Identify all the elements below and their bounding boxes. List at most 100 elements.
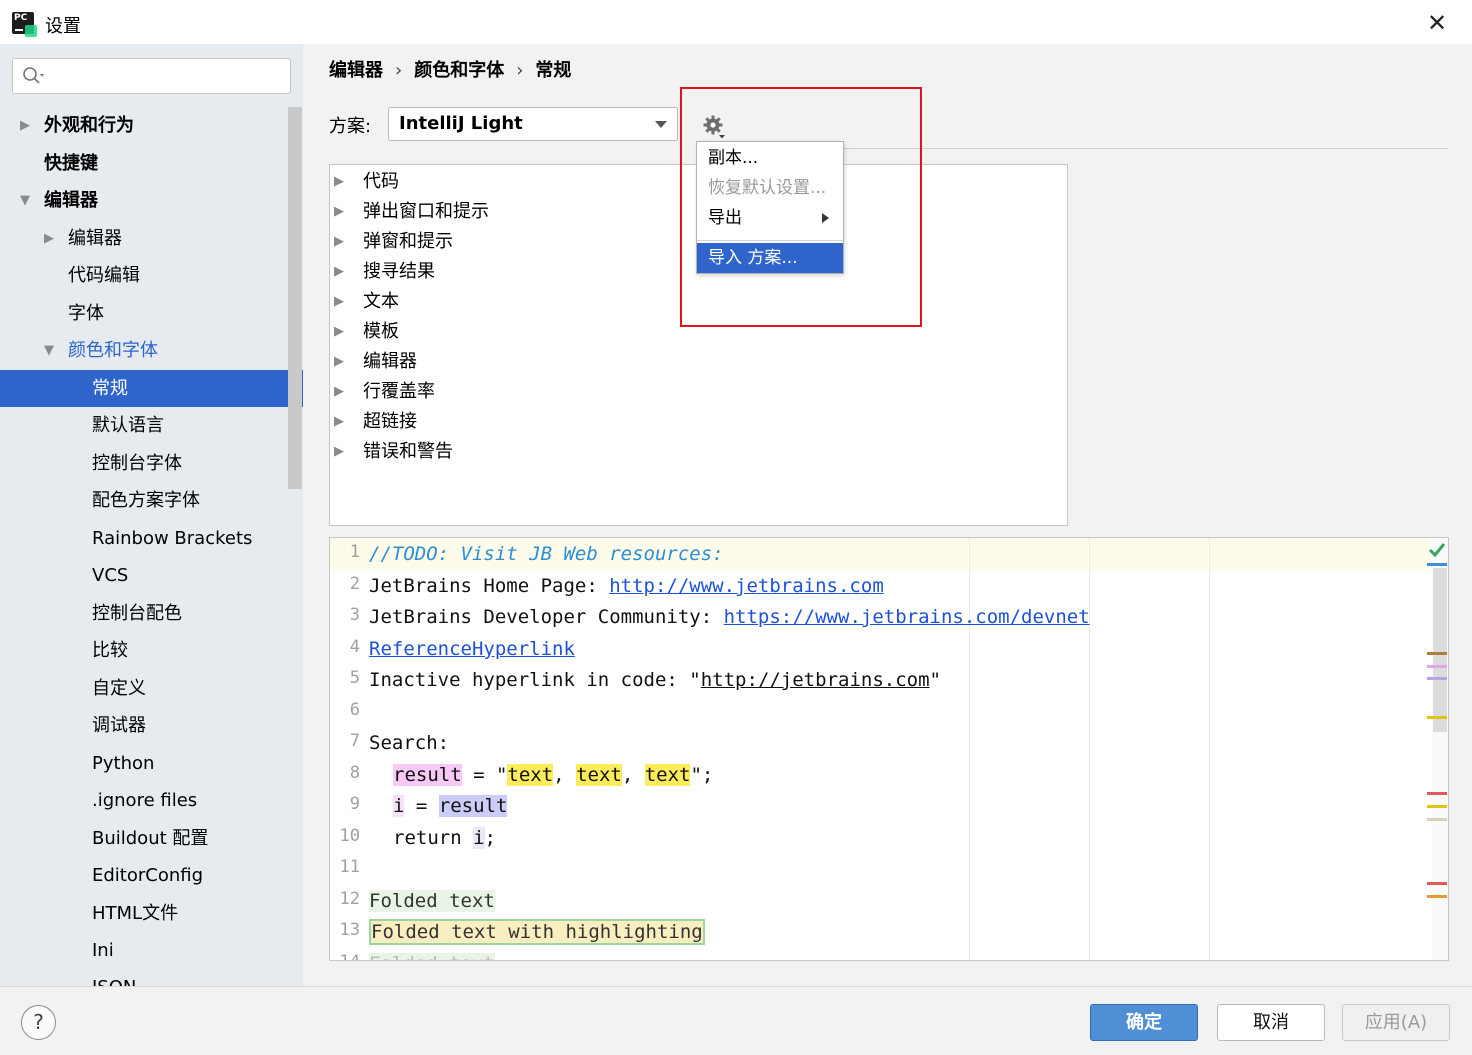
editor-scrollbar[interactable] <box>1433 568 1447 732</box>
error-stripe-mark[interactable] <box>1427 716 1447 719</box>
line-number: 6 <box>349 700 360 720</box>
sidebar-item-html[interactable]: HTML文件 <box>0 895 303 932</box>
code-line: Folded text <box>369 887 495 915</box>
error-stripe-mark[interactable] <box>1427 652 1447 655</box>
indent-guide <box>1209 538 1210 960</box>
sidebar-item-python[interactable]: Python <box>0 745 303 782</box>
expand-arrow-icon[interactable]: ▶ <box>334 167 344 197</box>
menu-item-import-scheme[interactable]: 导入 方案... <box>697 243 843 273</box>
ok-button[interactable]: 确定 <box>1090 1004 1198 1041</box>
folded-text[interactable]: Folded text <box>369 890 495 912</box>
sidebar-item-code-editing[interactable]: 代码编辑 <box>0 257 303 294</box>
breadcrumb-item-current: 常规 <box>535 60 572 81</box>
search-input[interactable] <box>12 58 291 94</box>
collapse-arrow-icon[interactable]: ▼ <box>44 332 54 369</box>
menu-separator <box>697 240 843 241</box>
sidebar-item-buildout[interactable]: Buildout 配置 <box>0 820 303 857</box>
scheme-value: IntelliJ Light <box>399 113 523 134</box>
sidebar-item-font[interactable]: 字体 <box>0 295 303 332</box>
code-line: i = result <box>393 792 508 820</box>
code-line: Search: <box>369 729 449 757</box>
hyperlink[interactable]: http://www.jetbrains.com <box>609 575 884 597</box>
line-number: 14 <box>330 952 360 960</box>
code-text: = " <box>461 764 508 786</box>
sidebar-item-console-font[interactable]: 控制台字体 <box>0 445 303 482</box>
settings-dialog: PC 设置 ✕ ▶ 外观和行为 快捷键 ▼ 编辑器 ▶ 编辑器 代码编辑 字体 … <box>0 0 1472 1055</box>
line-number: 9 <box>349 794 360 814</box>
expand-arrow-icon[interactable]: ▶ <box>334 317 344 347</box>
line-number: 3 <box>349 605 360 625</box>
error-stripe-mark[interactable] <box>1427 805 1447 808</box>
expand-arrow-icon[interactable]: ▶ <box>334 257 344 287</box>
menu-item-duplicate[interactable]: 副本... <box>697 143 843 173</box>
folded-text[interactable]: Folded text <box>369 953 495 960</box>
collapse-arrow-icon[interactable]: ▼ <box>20 182 30 219</box>
expand-arrow-icon[interactable]: ▶ <box>334 287 344 317</box>
indent-guide <box>1089 538 1090 960</box>
breadcrumb-item[interactable]: 编辑器 <box>329 56 383 82</box>
cancel-button[interactable]: 取消 <box>1217 1004 1325 1041</box>
sidebar-item-editor[interactable]: ▼ 编辑器 <box>0 182 303 219</box>
breadcrumb-item[interactable]: 颜色和字体 <box>414 56 504 82</box>
error-stripe-mark[interactable] <box>1427 882 1447 885</box>
sidebar-item-ignore-files[interactable]: .ignore files <box>0 782 303 819</box>
error-stripe-mark[interactable] <box>1427 563 1447 566</box>
error-stripe-mark[interactable] <box>1427 895 1447 898</box>
sidebar-item-keymap[interactable]: 快捷键 <box>0 145 303 182</box>
error-stripe-mark[interactable] <box>1427 818 1447 821</box>
sidebar-item-custom[interactable]: 自定义 <box>0 670 303 707</box>
settings-sidebar: ▶ 外观和行为 快捷键 ▼ 编辑器 ▶ 编辑器 代码编辑 字体 ▼ 颜色和字体 … <box>0 44 303 986</box>
code-text: , <box>553 764 577 786</box>
chevron-down-icon <box>655 121 667 128</box>
write-search-result: result <box>393 764 462 786</box>
sidebar-scrollbar[interactable] <box>288 107 302 489</box>
sidebar-item-appearance[interactable]: ▶ 外观和行为 <box>0 107 303 144</box>
expand-arrow-icon[interactable]: ▶ <box>334 197 344 227</box>
help-button[interactable]: ? <box>21 1005 56 1040</box>
sidebar-item-diff[interactable]: 比较 <box>0 632 303 669</box>
sidebar-item-debugger[interactable]: 调试器 <box>0 707 303 744</box>
sidebar-item-ini[interactable]: Ini <box>0 932 303 969</box>
menu-item-export[interactable]: 导出 <box>697 203 843 233</box>
expand-arrow-icon[interactable]: ▶ <box>20 107 30 144</box>
expand-arrow-icon[interactable]: ▶ <box>334 227 344 257</box>
hyperlink[interactable]: https://www.jetbrains.com/devnet <box>724 606 1090 628</box>
expand-arrow-icon[interactable]: ▶ <box>334 347 344 377</box>
expand-arrow-icon[interactable]: ▶ <box>334 437 344 467</box>
error-stripe-mark[interactable] <box>1427 792 1447 795</box>
error-stripe-mark[interactable] <box>1427 677 1447 680</box>
close-button[interactable]: ✕ <box>1422 8 1452 38</box>
code-line: ReferenceHyperlink <box>369 635 575 663</box>
line-number: 5 <box>349 668 360 688</box>
line-number: 11 <box>339 857 360 877</box>
expand-arrow-icon[interactable]: ▶ <box>44 220 54 257</box>
check-icon <box>1428 543 1446 558</box>
line-number: 1 <box>349 542 360 562</box>
expand-arrow-icon[interactable]: ▶ <box>334 377 344 407</box>
search-result: text <box>644 764 691 786</box>
sidebar-item-editorconfig[interactable]: EditorConfig <box>0 857 303 894</box>
sidebar-item-scheme-font[interactable]: 配色方案字体 <box>0 482 303 519</box>
title-bar: PC 设置 ✕ <box>0 0 1472 44</box>
line-number: 10 <box>339 826 360 846</box>
editor-preview[interactable]: 1 2 3 4 5 6 7 8 9 10 11 12 13 14 //TODO:… <box>329 537 1449 961</box>
sidebar-item-general[interactable]: 常规 <box>0 370 303 407</box>
sidebar-item-color-scheme[interactable]: ▼ 颜色和字体 <box>0 332 303 369</box>
sidebar-item-vcs[interactable]: VCS <box>0 557 303 594</box>
scheme-actions-menu: 副本... 恢复默认设置... 导出 导入 方案... <box>696 141 844 274</box>
code-line: Folded text <box>369 950 495 960</box>
folded-text-highlighted[interactable]: Folded text with highlighting <box>369 919 705 945</box>
sidebar-item-json[interactable]: JSON <box>0 969 303 986</box>
scheme-dropdown[interactable]: IntelliJ Light <box>388 107 678 141</box>
scheme-label: 方案: <box>329 116 372 137</box>
error-stripe-mark[interactable] <box>1427 665 1447 668</box>
code-line: JetBrains Developer Community: https://w… <box>369 603 1090 631</box>
reference-hyperlink[interactable]: ReferenceHyperlink <box>369 638 575 660</box>
sidebar-item-console-colors[interactable]: 控制台配色 <box>0 595 303 632</box>
expand-arrow-icon[interactable]: ▶ <box>334 407 344 437</box>
sidebar-item-editor-general[interactable]: ▶ 编辑器 <box>0 220 303 257</box>
search-result: text <box>507 764 554 786</box>
breadcrumb-separator: › <box>516 60 524 81</box>
sidebar-item-rainbow-brackets[interactable]: Rainbow Brackets <box>0 520 303 557</box>
sidebar-item-language-defaults[interactable]: 默认语言 <box>0 407 303 444</box>
